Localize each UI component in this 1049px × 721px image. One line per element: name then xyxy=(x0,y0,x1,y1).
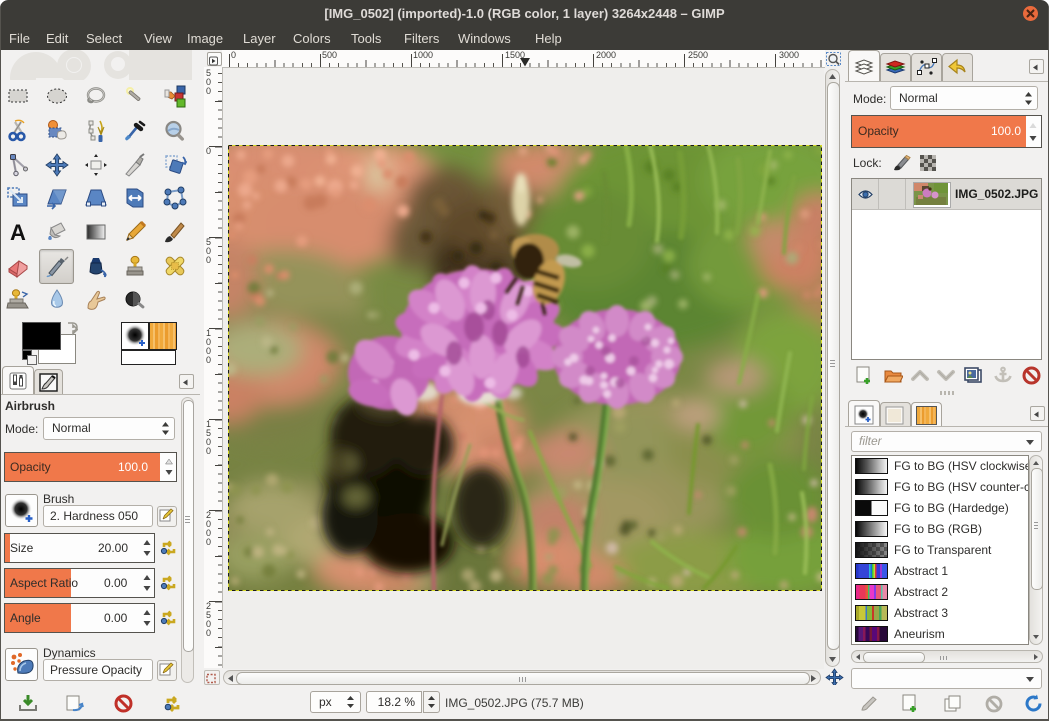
svg-text:A: A xyxy=(10,220,26,244)
